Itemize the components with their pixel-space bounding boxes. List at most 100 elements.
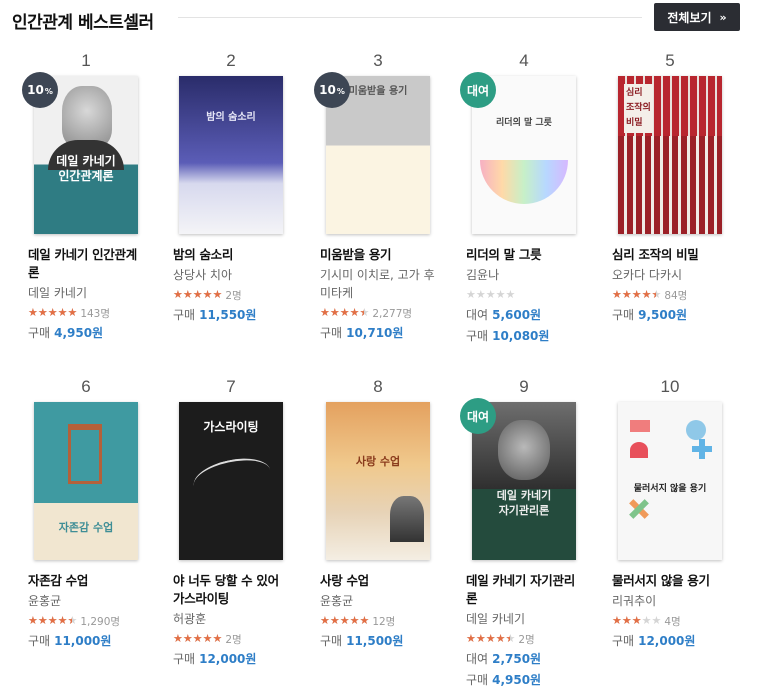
price-amount: 11,550원 xyxy=(199,308,257,322)
price-label: 구매 xyxy=(28,634,51,648)
price-amount: 12,000원 xyxy=(638,634,696,648)
star-rating: ★★★★★★★★★★ xyxy=(612,614,662,627)
price-row: 구매 10,710원 xyxy=(320,324,436,342)
book-title[interactable]: 리더의 말 그릇 xyxy=(466,246,582,264)
cover-title: 리더의 말 그릇 xyxy=(496,118,552,128)
book-item[interactable]: 2 밤의 숨소리 밤의 숨소리 상당사 치아 ★★★★★ ★★★★★ 2명 구매 11,550원 xyxy=(173,50,289,324)
book-item[interactable]: 1 10% 데일 카네기 인간관계론 데일 카네기 인간관계론 데일 카네기 ★★★★★ ★… xyxy=(22,50,144,342)
book-row: 1 10% 데일 카네기 인간관계론 데일 카네기 인간관계론 데일 카네기 ★★★★★ ★… xyxy=(22,50,762,376)
star-rating: ★★★★★★★★★★ xyxy=(320,306,370,319)
star-rating: ★★★★★★★★★★ xyxy=(466,632,516,645)
rating: ★★★★★★★★★★1,290명 xyxy=(28,613,144,629)
book-cover[interactable]: 가스라이팅 xyxy=(179,402,283,560)
star-rating: ★★★★★★★★★★ xyxy=(28,306,78,319)
rating-count: 1,290명 xyxy=(80,615,121,628)
price-label: 구매 xyxy=(173,652,196,666)
rank-number: 2 xyxy=(226,51,236,70)
book-author[interactable]: 허광훈 xyxy=(173,610,289,628)
book-item[interactable]: 9 대여 데일 카네기 자기관리론 데일 카네기 자기관리론 데일 카네기 ★★★★★ ★★… xyxy=(460,376,582,689)
book-title[interactable]: 사랑 수업 xyxy=(320,572,436,590)
book-title[interactable]: 미움받을 용기 xyxy=(320,246,436,264)
book-cover[interactable]: 물러서지 않을 용기 xyxy=(618,402,722,560)
price-amount: 11,000원 xyxy=(54,634,112,648)
book-author[interactable]: 윤홍균 xyxy=(28,592,144,610)
price-amount: 5,600원 xyxy=(492,308,542,322)
star-rating: ★★★★★★★★★★ xyxy=(28,614,78,627)
cover-title: 자존감 수업 xyxy=(58,521,114,534)
star-rating: ★★★★★★★★★★ xyxy=(173,632,223,645)
cover-title: 사랑 수업 xyxy=(355,455,401,468)
price-label: 구매 xyxy=(173,308,196,322)
rating-count: 2명 xyxy=(225,633,242,646)
price-label: 대여 xyxy=(466,308,489,322)
book-author[interactable]: 상당사 치아 xyxy=(173,266,289,284)
rating: ★★★★★★★★★★84명 xyxy=(612,287,728,303)
price-amount: 9,500원 xyxy=(638,308,688,322)
star-rating: ★★★★★★★★★★ xyxy=(612,288,662,301)
book-author[interactable]: 윤홍균 xyxy=(320,592,436,610)
discount-badge: 10% xyxy=(22,72,58,108)
book-item[interactable]: 8 사랑 수업 사랑 수업 윤홍균 ★★★★★ ★★★★★ 12명 구매 11,500원 xyxy=(320,376,436,650)
section-header: 인간관계 베스트셀러 전체보기 » xyxy=(12,0,740,36)
rating: ★★★★★★★★★★2,277명 xyxy=(320,305,436,321)
price-amount: 2,750원 xyxy=(492,652,542,666)
book-item[interactable]: 7 가스라이팅 야 너두 당할 수 있어 가스라이팅 허광훈 ★★★★★ ★★★★★ 2명 구… xyxy=(173,376,289,668)
rating: ★★★★★★★★★★2명 xyxy=(173,631,289,647)
price-label: 구매 xyxy=(466,329,489,343)
book-cover[interactable]: 심리 조작의 비밀 xyxy=(618,76,722,234)
view-all-button[interactable]: 전체보기 » xyxy=(654,3,740,31)
price-row: 대여 2,750원 xyxy=(466,650,582,668)
book-item[interactable]: 5심리 조작의 비밀심리 조작의 비밀오카다 다카시★★★★★★★★★★84명구… xyxy=(612,50,728,324)
price-amount: 12,000원 xyxy=(199,652,257,666)
rating-count: 12명 xyxy=(372,615,396,628)
book-author[interactable]: 데일 카네기 xyxy=(466,610,582,628)
price-amount: 4,950원 xyxy=(54,326,104,340)
cover-title: 데일 카네기 자기관리론 xyxy=(496,489,552,517)
cover-title: 심리 조작의 비밀 xyxy=(624,84,653,133)
chevron-right-icon: » xyxy=(719,10,727,24)
price-label: 구매 xyxy=(612,308,635,322)
rental-badge: 대여 xyxy=(460,72,496,108)
price-row: 구매 11,000원 xyxy=(28,632,144,650)
book-title[interactable]: 데일 카네기 인간관계론 xyxy=(28,246,144,282)
book-item[interactable]: 3 10% 미움받을 용기 미움받을 용기 기시미 이치로, 고가 후미타케 ★★★★★ ★… xyxy=(314,50,436,342)
book-author[interactable]: 리궈추이 xyxy=(612,592,728,610)
rank-number: 10 xyxy=(660,377,680,396)
book-title[interactable]: 야 너두 당할 수 있어 가스라이팅 xyxy=(173,572,289,608)
price-label: 구매 xyxy=(28,326,51,340)
rank-number: 5 xyxy=(665,51,675,70)
book-item[interactable]: 4대여리더의 말 그릇리더의 말 그릇김윤나★★★★★★★★★★대여5,600원… xyxy=(460,50,582,345)
rating: ★★★★★★★★★★2명 xyxy=(173,287,289,303)
cover-title: 가스라이팅 xyxy=(203,420,259,434)
price-row: 구매 11,500원 xyxy=(320,632,436,650)
book-title[interactable]: 물러서지 않을 용기 xyxy=(612,572,728,590)
cover-title: 밤의 숨소리 xyxy=(206,112,256,123)
book-author[interactable]: 김윤나 xyxy=(466,266,582,284)
book-author[interactable]: 데일 카네기 xyxy=(28,284,144,302)
book-cover[interactable]: 사랑 수업 xyxy=(326,402,430,560)
book-title[interactable]: 자존감 수업 xyxy=(28,572,144,590)
book-cover[interactable]: 밤의 숨소리 xyxy=(179,76,283,234)
book-item[interactable]: 10물러서지 않을 용기물러서지 않을 용기리궈추이★★★★★★★★★★4명구매… xyxy=(612,376,728,650)
book-item[interactable]: 6자존감 수업자존감 수업윤홍균★★★★★★★★★★1,290명구매11,000… xyxy=(28,376,144,650)
price-row: 구매 12,000원 xyxy=(612,632,728,650)
book-cover[interactable]: 자존감 수업 xyxy=(34,402,138,560)
book-title[interactable]: 밤의 숨소리 xyxy=(173,246,289,264)
price-amount: 10,080원 xyxy=(492,329,550,343)
book-title[interactable]: 데일 카네기 자기관리론 xyxy=(466,572,582,608)
price-amount: 11,500원 xyxy=(346,634,404,648)
star-rating: ★★★★★★★★★★ xyxy=(173,288,223,301)
price-row: 구매 4,950원 xyxy=(466,671,582,689)
price-row: 구매 9,500원 xyxy=(612,306,728,324)
rating-count: 4명 xyxy=(664,615,681,628)
book-author[interactable]: 오카다 다카시 xyxy=(612,266,728,284)
book-title[interactable]: 심리 조작의 비밀 xyxy=(612,246,728,264)
star-rating: ★★★★★★★★★★ xyxy=(320,614,370,627)
price-row: 구매 12,000원 xyxy=(173,650,289,668)
price-amount: 10,710원 xyxy=(346,326,404,340)
rating: ★★★★★★★★★★ xyxy=(466,287,582,303)
rating-count: 143명 xyxy=(80,307,111,320)
section-title: 인간관계 베스트셀러 xyxy=(12,13,154,33)
book-author[interactable]: 기시미 이치로, 고가 후미타케 xyxy=(320,266,436,302)
price-label: 구매 xyxy=(320,634,343,648)
